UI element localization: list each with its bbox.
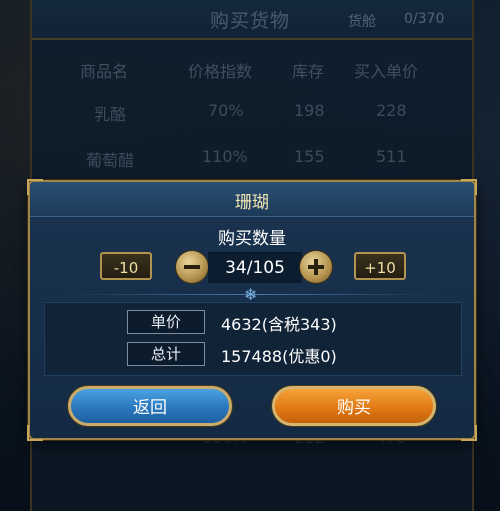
dialog-titlebar: 珊瑚 — [30, 182, 474, 217]
increase-button[interactable] — [300, 251, 332, 283]
buy-button[interactable]: 购买 — [272, 386, 436, 426]
corner-ornament — [27, 425, 43, 441]
corner-ornament — [27, 179, 43, 195]
quantity-label: 购买数量 — [218, 229, 286, 249]
unit-price-value: 4632(含税343) — [221, 315, 337, 334]
total-tag: 总计 — [127, 342, 205, 366]
price-info-box: 单价 4632(含税343) 总计 157488(优惠0) — [44, 302, 462, 376]
item-name: 珊瑚 — [235, 193, 269, 213]
minus-10-button[interactable]: -10 — [100, 252, 152, 280]
corner-ornament — [461, 179, 477, 195]
corner-ornament — [461, 425, 477, 441]
plus-10-button[interactable]: +10 — [354, 252, 406, 280]
decrease-button[interactable] — [176, 251, 208, 283]
total-value: 157488(优惠0) — [221, 347, 337, 366]
back-button[interactable]: 返回 — [68, 386, 232, 426]
quantity-field[interactable]: 34/105 — [208, 252, 302, 283]
purchase-dialog: 珊瑚 购买数量 -10 34/105 +10 ❄ 单价 4632(含税343) … — [27, 179, 477, 441]
unit-price-tag: 单价 — [127, 310, 205, 334]
